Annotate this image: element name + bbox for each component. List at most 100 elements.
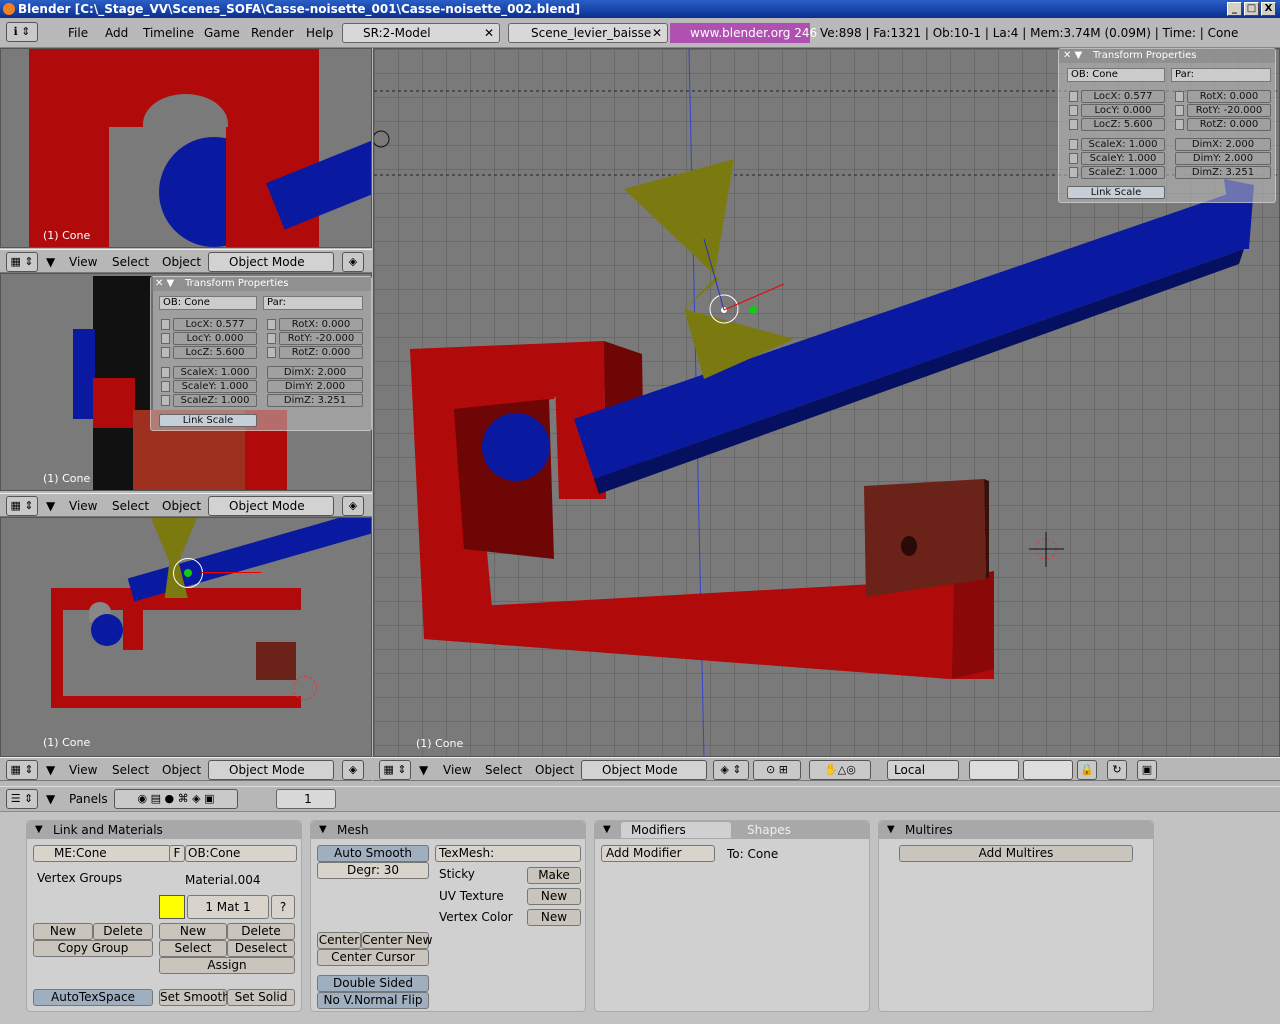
- multires-header[interactable]: ▼ Multires: [879, 821, 1153, 839]
- collapse-triangle-icon[interactable]: ▼: [35, 821, 43, 839]
- lock-icon[interactable]: [1069, 119, 1078, 130]
- mode-selector[interactable]: Object Mode: [208, 496, 334, 516]
- lock-icon[interactable]: [267, 347, 276, 358]
- assign-button[interactable]: Assign: [159, 957, 295, 974]
- draw-type-icon[interactable]: ◈: [342, 252, 364, 272]
- mesh-header[interactable]: ▼ Mesh: [311, 821, 585, 839]
- menu-select[interactable]: Select: [112, 255, 149, 269]
- lock-icon[interactable]: [1175, 91, 1184, 102]
- roty-field[interactable]: RotY: -20.000: [1187, 104, 1271, 117]
- menu-view[interactable]: View: [69, 255, 97, 269]
- draw-type-icon[interactable]: ◈ ⇕: [713, 760, 749, 780]
- material-index-field[interactable]: 1 Mat 1: [187, 895, 269, 919]
- vgroup-new-button[interactable]: New: [33, 923, 93, 940]
- material-select-button[interactable]: Select: [159, 940, 227, 957]
- mode-selector[interactable]: Object Mode: [208, 760, 334, 780]
- y-manipulator[interactable]: [749, 306, 757, 314]
- mode-selector[interactable]: Object Mode: [208, 252, 334, 272]
- menu-select[interactable]: Select: [112, 499, 149, 513]
- locy-field[interactable]: LocY: 0.000: [173, 332, 257, 345]
- dimx-field[interactable]: DimX: 2.000: [267, 366, 363, 379]
- menu-view[interactable]: View: [69, 499, 97, 513]
- dimz-field[interactable]: DimZ: 3.251: [267, 394, 363, 407]
- collapse-triangle-icon[interactable]: ▼: [887, 821, 895, 839]
- lock-icon[interactable]: [161, 319, 170, 330]
- scaley-field[interactable]: ScaleY: 1.000: [1081, 152, 1165, 165]
- lock-icon[interactable]: [1069, 91, 1078, 102]
- autotexspace-toggle[interactable]: AutoTexSpace: [33, 989, 153, 1006]
- scalez-field[interactable]: ScaleZ: 1.000: [173, 394, 257, 407]
- uv-texture-new-button[interactable]: New: [527, 888, 581, 905]
- locx-field[interactable]: LocX: 0.577: [173, 318, 257, 331]
- page-field[interactable]: 1: [276, 789, 336, 809]
- vgroup-delete-button[interactable]: Delete: [93, 923, 153, 940]
- manipulator-icons[interactable]: ✋△◎: [809, 760, 871, 780]
- tab-modifiers[interactable]: Modifiers: [621, 822, 731, 838]
- ob-field[interactable]: OB: Cone: [1067, 68, 1165, 82]
- locz-field[interactable]: LocZ: 5.600: [173, 346, 257, 359]
- lock-layers-icon[interactable]: 🔒: [1077, 760, 1097, 780]
- center-cursor-button[interactable]: Center Cursor: [317, 949, 429, 966]
- collapse-icon[interactable]: ▼: [46, 792, 55, 806]
- scalez-field[interactable]: ScaleZ: 1.000: [1081, 166, 1165, 179]
- menu-add[interactable]: Add: [105, 26, 128, 40]
- rotx-field[interactable]: RotX: 0.000: [279, 318, 363, 331]
- orientation-selector[interactable]: Local: [887, 760, 959, 780]
- material-new-button[interactable]: New: [159, 923, 227, 940]
- dimy-field[interactable]: DimY: 2.000: [267, 380, 363, 393]
- menu-object[interactable]: Object: [162, 499, 201, 513]
- par-field[interactable]: Par:: [263, 296, 363, 310]
- scalex-field[interactable]: ScaleX: 1.000: [1081, 138, 1165, 151]
- minimize-button[interactable]: _: [1227, 2, 1242, 16]
- panel-close-icon[interactable]: ✕ ▼: [155, 277, 174, 291]
- object-name-field[interactable]: OB:Cone: [185, 845, 297, 862]
- collapse-icon[interactable]: ▼: [46, 255, 55, 269]
- editor-type-icon[interactable]: ☰ ⇕: [6, 789, 38, 809]
- layer-buttons-2[interactable]: [1023, 760, 1073, 780]
- tab-shapes[interactable]: Shapes: [735, 822, 849, 838]
- lock-icon[interactable]: [161, 381, 170, 392]
- menu-object[interactable]: Object: [162, 255, 201, 269]
- menu-select[interactable]: Select: [112, 763, 149, 777]
- lock-icon[interactable]: [161, 347, 170, 358]
- dimz-field[interactable]: DimZ: 3.251: [1175, 166, 1271, 179]
- rotz-field[interactable]: RotZ: 0.000: [1187, 118, 1271, 131]
- degree-field[interactable]: Degr: 30: [317, 862, 429, 879]
- viewport-front[interactable]: (1) Cone: [0, 48, 372, 248]
- collapse-triangle-icon[interactable]: ▼: [319, 821, 327, 839]
- editor-type-icon[interactable]: ▦ ⇕: [6, 252, 38, 272]
- x-manipulator[interactable]: [723, 283, 785, 311]
- par-field[interactable]: Par:: [1171, 68, 1271, 82]
- x-axis-arrow[interactable]: [201, 572, 261, 573]
- menu-select[interactable]: Select: [485, 763, 522, 777]
- texmesh-field[interactable]: TexMesh:: [435, 845, 581, 862]
- lock-icon[interactable]: [161, 367, 170, 378]
- center-new-button[interactable]: Center New: [361, 932, 432, 949]
- menu-file[interactable]: File: [68, 26, 88, 40]
- center-button[interactable]: Center: [317, 932, 361, 949]
- menu-timeline[interactable]: Timeline: [143, 26, 194, 40]
- auto-smooth-toggle[interactable]: Auto Smooth: [317, 845, 429, 862]
- locy-field[interactable]: LocY: 0.000: [1081, 104, 1165, 117]
- viewport-top[interactable]: (1) Cone: [0, 517, 372, 757]
- double-sided-toggle[interactable]: Double Sided: [317, 975, 429, 992]
- lock-icon[interactable]: [1069, 153, 1078, 164]
- copy-group-button[interactable]: Copy Group: [33, 940, 153, 957]
- material-color-swatch[interactable]: [159, 895, 185, 919]
- add-multires-button[interactable]: Add Multires: [899, 845, 1133, 862]
- menu-view[interactable]: View: [443, 763, 471, 777]
- dimy-field[interactable]: DimY: 2.000: [1175, 152, 1271, 165]
- link-materials-header[interactable]: ▼ Link and Materials: [27, 821, 301, 839]
- scalex-field[interactable]: ScaleX: 1.000: [173, 366, 257, 379]
- lock-icon[interactable]: [267, 319, 276, 330]
- scaley-field[interactable]: ScaleY: 1.000: [173, 380, 257, 393]
- link-scale-button[interactable]: Link Scale: [159, 414, 257, 427]
- lock-icon[interactable]: [1069, 139, 1078, 150]
- close-window-button[interactable]: X: [1261, 2, 1276, 16]
- sticky-make-button[interactable]: Make: [527, 867, 581, 884]
- object-origin[interactable]: [184, 569, 192, 577]
- lock-icon[interactable]: [161, 395, 170, 406]
- menu-object[interactable]: Object: [162, 763, 201, 777]
- info-icon[interactable]: ℹ ⇕: [6, 22, 38, 42]
- screen-selector[interactable]: SR:2-Model: [342, 23, 500, 43]
